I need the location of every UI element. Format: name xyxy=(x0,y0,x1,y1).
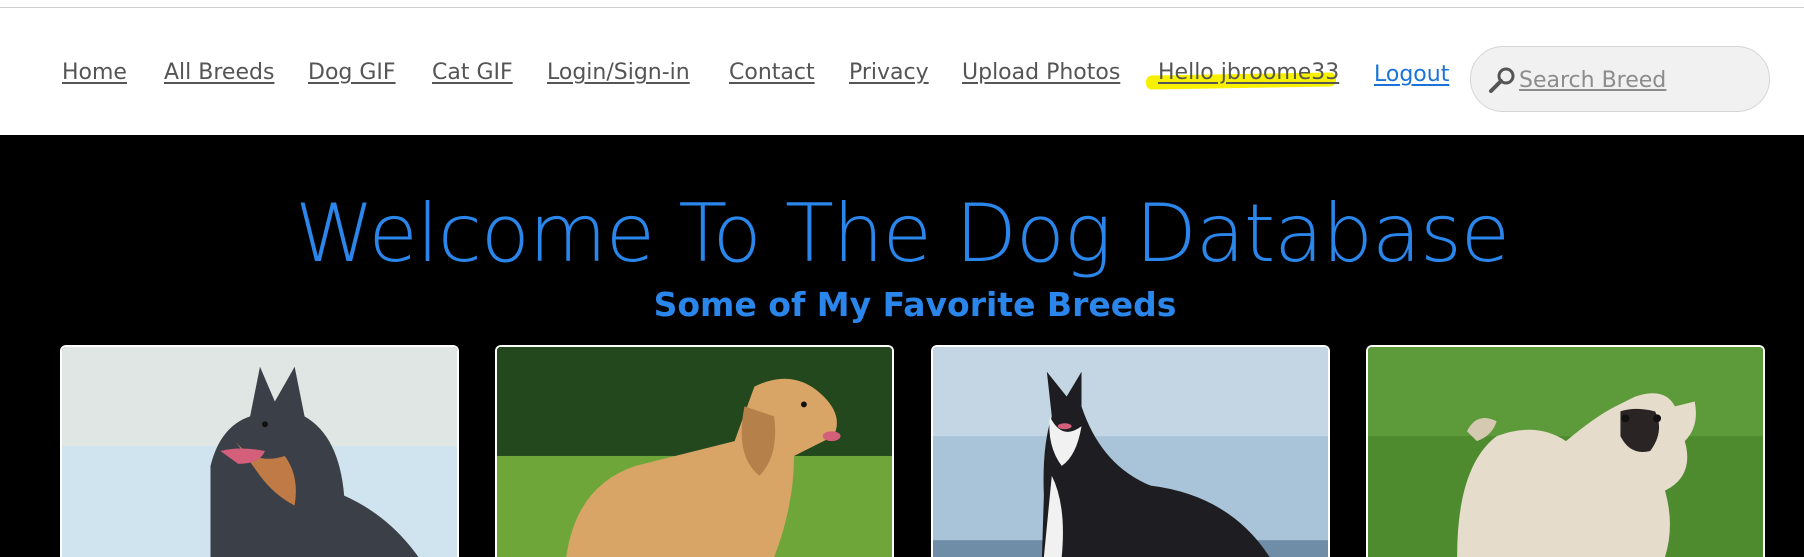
australian-cattle-dog-photo xyxy=(62,347,457,557)
breed-card-4[interactable] xyxy=(1366,345,1765,557)
nav-link-contact[interactable]: Contact xyxy=(729,60,815,85)
page-title: Welcome To The Dog Database xyxy=(295,187,1510,280)
navbar: Home All Breeds Dog GIF Cat GIF Login/Si… xyxy=(0,8,1804,135)
browser-top-border xyxy=(0,0,1804,8)
search-input[interactable] xyxy=(1519,64,1749,96)
page-subtitle: Some of My Favorite Breeds xyxy=(653,285,1177,324)
golden-retriever-photo xyxy=(497,347,892,557)
nav-link-upload-photos[interactable]: Upload Photos xyxy=(962,60,1120,85)
breed-card-3[interactable] xyxy=(931,345,1330,557)
pug-photo xyxy=(1368,347,1763,557)
search-box[interactable] xyxy=(1470,46,1770,112)
nav-link-privacy[interactable]: Privacy xyxy=(849,60,929,85)
nav-link-login[interactable]: Login/Sign-in xyxy=(547,60,690,85)
breed-card-2[interactable] xyxy=(495,345,894,557)
nav-link-cat-gif[interactable]: Cat GIF xyxy=(432,60,513,85)
greeting: Hello jbroome33 xyxy=(1145,60,1339,92)
nav-link-home[interactable]: Home xyxy=(62,60,127,85)
nav-link-dog-gif[interactable]: Dog GIF xyxy=(308,60,396,85)
nav-link-all-breeds[interactable]: All Breeds xyxy=(164,60,274,85)
search-icon[interactable] xyxy=(1487,65,1517,95)
nav-link-logout[interactable]: Logout xyxy=(1374,62,1449,87)
breed-card-1[interactable] xyxy=(60,345,459,557)
siberian-husky-photo xyxy=(933,347,1328,557)
nav-link-greeting[interactable]: Hello jbroome33 xyxy=(1158,60,1339,85)
